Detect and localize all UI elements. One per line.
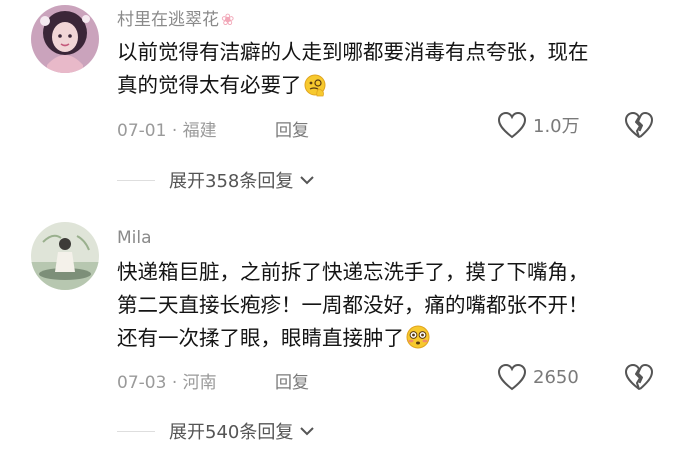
comment-location: 福建 [182, 121, 217, 141]
comment-text-line: 快递箱巨脏，之前拆了快递忘洗手了，摸了下嘴角， [117, 260, 589, 284]
like-count: 2650 [533, 366, 579, 388]
comment-location: 河南 [182, 373, 217, 393]
username[interactable]: 村里在逃翠花 ❀ [117, 5, 234, 30]
heart-icon [497, 363, 527, 391]
dislike-button[interactable] [624, 363, 654, 395]
divider-line [117, 430, 155, 432]
dislike-button[interactable] [624, 111, 654, 143]
comment-text: 快递箱巨脏，之前拆了快递忘洗手了，摸了下嘴角， 第二天直接长疱疹！一周都没好，痛… [117, 256, 677, 355]
broken-heart-icon [625, 112, 653, 138]
chevron-down-icon [300, 176, 315, 185]
comment-date: 07-03 [117, 373, 167, 393]
comment-meta: 07-01 · 福建 回复 [117, 116, 309, 141]
comment-text-line: 以前觉得有洁癖的人走到哪都要消毒有点夸张，现在 [117, 40, 589, 64]
comment-text-line: 第二天直接长疱疹！一周都没好，痛的嘴都张不开！ [117, 293, 589, 317]
chevron-down-icon [300, 427, 315, 436]
like-count: 1.0万 [533, 116, 580, 137]
comment-text-line-with-emoji: 还有一次揉了眼，眼睛直接肿了 [117, 322, 677, 355]
comment-text: 以前觉得有洁癖的人走到哪都要消毒有点夸张，现在 真的觉得太有必要了 [117, 36, 677, 102]
divider-line [117, 179, 155, 181]
username[interactable]: Mila [117, 228, 152, 248]
flower-icon: ❀ [221, 10, 235, 29]
heart-icon [497, 111, 527, 139]
avatar[interactable] [31, 5, 99, 73]
avatar[interactable] [31, 222, 99, 290]
reply-button[interactable]: 回复 [275, 368, 309, 393]
comment-meta: 07-03 · 河南 回复 [117, 368, 309, 393]
expand-replies-button[interactable]: 展开540条回复 [117, 418, 315, 444]
flushed-face-emoji [406, 325, 430, 349]
reply-button[interactable]: 回复 [275, 116, 309, 141]
comment-date: 07-01 [117, 121, 167, 141]
face-with-monocle-emoji [304, 74, 325, 97]
like-button[interactable]: 1.0万 [497, 111, 580, 139]
like-button[interactable]: 2650 [497, 363, 579, 391]
expand-replies-button[interactable]: 展开358条回复 [117, 167, 315, 193]
broken-heart-icon [625, 364, 653, 390]
comment-text-line-with-emoji: 真的觉得太有必要了 [117, 69, 677, 102]
